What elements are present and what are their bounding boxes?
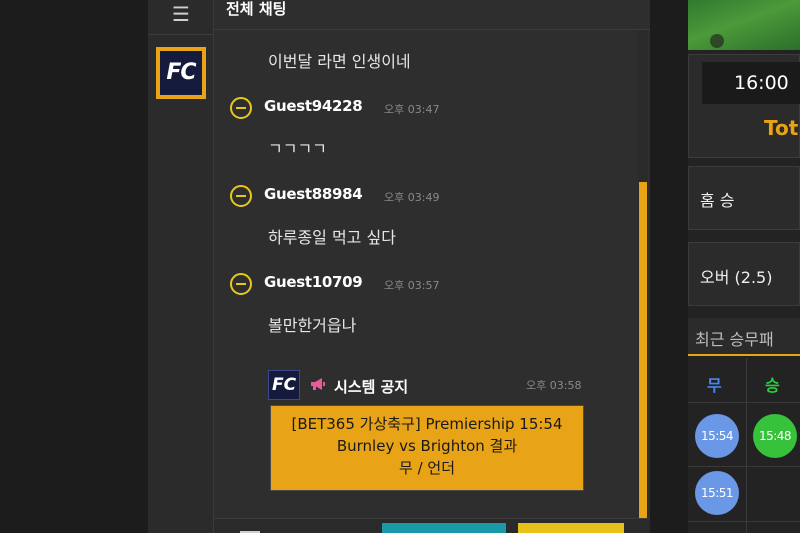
bet-option-label: 홈 승 — [700, 191, 735, 210]
result-ball-draw: 15:51 — [695, 471, 739, 515]
results-grid-line — [688, 402, 800, 403]
menu-icon[interactable]: ☰ — [148, 0, 214, 30]
match-video[interactable] — [688, 0, 800, 50]
screen: ☰ FC 전체 채팅 이번달 라면 인생이네 Guest94228 오후 03:… — [0, 0, 800, 533]
chat-send-button[interactable] — [518, 523, 624, 533]
video-player-figure — [710, 34, 724, 48]
results-grid-line — [746, 358, 747, 533]
fc-logo-button[interactable]: FC — [156, 47, 206, 99]
chat-message-text: 하루종일 먹고 싶다 — [268, 228, 396, 247]
result-ball-win: 15:48 — [753, 414, 797, 458]
system-notice-time: 오후 03:58 — [526, 379, 582, 392]
system-notice-box: [BET365 가상축구] Premiership 15:54 Burnley … — [270, 405, 584, 491]
chat-timestamp: 오후 03:57 — [384, 279, 440, 292]
chat-message-text: 볼만한거읍나 — [268, 316, 357, 335]
chat-footer — [214, 518, 650, 533]
chat-panel: 전체 채팅 이번달 라면 인생이네 Guest94228 오후 03:47 ㄱㄱ… — [214, 0, 650, 533]
results-column-draw: 무 — [707, 376, 722, 395]
results-grid-line — [688, 466, 800, 467]
results-grid-line — [688, 521, 800, 522]
chat-timestamp: 오후 03:49 — [384, 191, 440, 204]
chat-scrollbar-thumb[interactable] — [639, 182, 647, 518]
system-notice-line: Burnley vs Brighton 결과 — [336, 437, 518, 455]
match-time: 16:00 — [702, 62, 800, 104]
results-column-win: 승 — [765, 376, 780, 395]
chat-message-text: ㄱㄱㄱㄱ — [268, 139, 327, 158]
chat-header: 전체 채팅 — [214, 0, 650, 30]
fc-logo-text: FC — [160, 51, 202, 95]
megaphone-icon — [311, 378, 325, 390]
user-level-icon — [230, 185, 252, 207]
system-notice-line: [BET365 가상축구] Premiership 15:54 — [291, 415, 563, 433]
sidebar-divider — [148, 34, 214, 35]
user-level-icon — [230, 97, 252, 119]
bet-option-label: 오버 (2.5) — [700, 268, 773, 287]
recent-results-title: 최근 승무패 — [695, 330, 774, 349]
chat-username[interactable]: Guest10709 — [264, 273, 363, 291]
chat-username[interactable]: Guest88984 — [264, 185, 363, 203]
result-ball-draw: 15:54 — [695, 414, 739, 458]
system-notice-title: 시스템 공지 — [334, 378, 409, 396]
chat-username[interactable]: Guest94228 — [264, 97, 363, 115]
chat-timestamp: 오후 03:47 — [384, 103, 440, 116]
match-team: Tot — [764, 116, 799, 140]
chat-action-button[interactable] — [382, 523, 506, 533]
chat-title: 전체 채팅 — [226, 0, 287, 18]
user-level-icon — [230, 273, 252, 295]
system-fc-logo: FC — [268, 370, 300, 400]
system-notice-line: 무 / 언더 — [399, 459, 455, 477]
chat-message-text: 이번달 라면 인생이네 — [268, 52, 411, 71]
